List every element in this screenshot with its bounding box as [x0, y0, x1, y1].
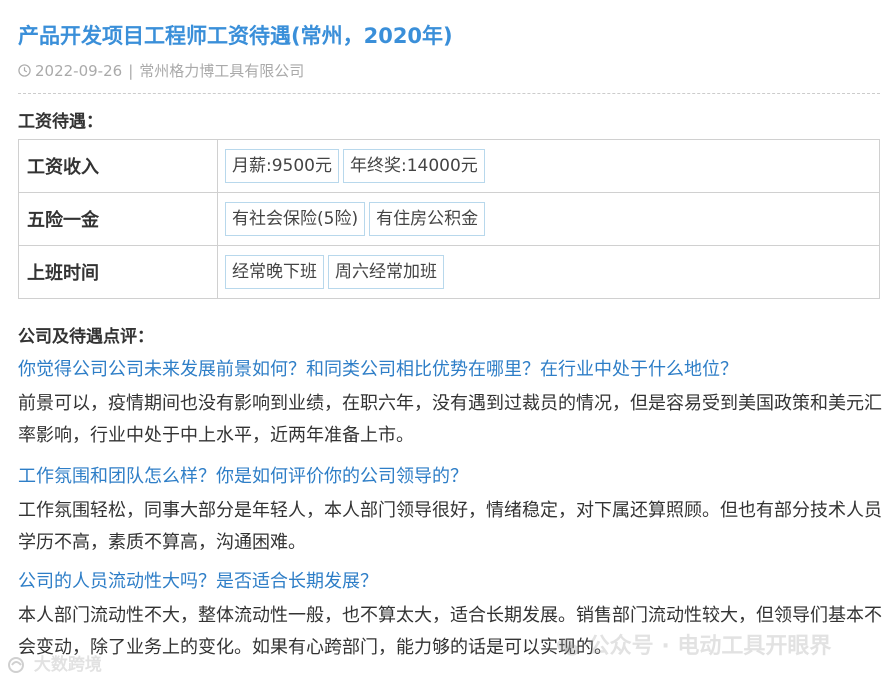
- watermark-right: 公众号 · 电动工具开眼界: [556, 628, 831, 660]
- answer: 前景可以，疫情期间也没有影响到业绩，在职六年，没有遇到过裁员的情况，但是容易受到…: [18, 393, 882, 446]
- salary-tag: 年终奖:14000元: [343, 149, 485, 183]
- meta-line: 2022-09-26 | 常州格力博工具有限公司: [18, 60, 304, 81]
- company-name[interactable]: 常州格力博工具有限公司: [139, 60, 304, 81]
- answer: 工作氛围轻松，同事大部分是年轻人，本人部门领导很好，情绪稳定，对下属还算照顾。但…: [18, 500, 882, 553]
- watermark-logo-icon: [8, 657, 24, 673]
- row-label: 上班时间: [18, 245, 218, 299]
- post-date: 2022-09-26: [35, 61, 123, 80]
- page-title: 产品开发项目工程师工资待遇(常州，2020年): [18, 24, 453, 48]
- table-row: 工资收入 月薪:9500元 年终奖:14000元: [18, 139, 880, 193]
- watermark-left: 大数跨境: [6, 650, 102, 675]
- qa-item: 你觉得公司公司未来发展前景如何？和同类公司相比优势在哪里？在行业中处于什么地位？…: [18, 356, 888, 452]
- salary-tag: 月薪:9500元: [225, 149, 339, 183]
- table-row: 上班时间 经常晚下班 周六经常加班: [18, 245, 880, 299]
- row-values: 经常晚下班 周六经常加班: [217, 245, 880, 299]
- wechat-icon: [557, 638, 579, 656]
- row-label: 五险一金: [18, 192, 218, 246]
- salary-heading: 工资待遇：: [18, 112, 103, 132]
- benefit-tag: 有住房公积金: [369, 202, 486, 236]
- watermark-right-text: 公众号 · 电动工具开眼界: [587, 634, 832, 659]
- question: 公司的人员流动性大吗？是否适合长期发展？: [18, 571, 378, 592]
- hours-tag: 经常晚下班: [225, 255, 324, 289]
- clock-icon: [18, 64, 31, 77]
- watermark-left-text: 大数跨境: [33, 655, 102, 675]
- hours-tag: 周六经常加班: [328, 255, 444, 289]
- qa-item: 工作氛围和团队怎么样？你是如何评价你的公司领导的？ 工作氛围轻松，同事大部分是年…: [18, 463, 888, 559]
- row-label: 工资收入: [18, 139, 218, 193]
- question: 工作氛围和团队怎么样？你是如何评价你的公司领导的？: [18, 466, 468, 487]
- table-row: 五险一金 有社会保险(5险) 有住房公积金: [18, 192, 880, 246]
- divider: [18, 93, 880, 94]
- meta-separator: |: [128, 61, 134, 80]
- row-values: 有社会保险(5险) 有住房公积金: [217, 192, 880, 246]
- benefit-tag: 有社会保险(5险): [225, 202, 366, 236]
- salary-table: 工资收入 月薪:9500元 年终奖:14000元 五险一金 有社会保险(5险) 有住…: [18, 139, 880, 299]
- row-values: 月薪:9500元 年终奖:14000元: [217, 139, 880, 193]
- question: 你觉得公司公司未来发展前景如何？和同类公司相比优势在哪里？在行业中处于什么地位？: [18, 359, 738, 380]
- review-heading: 公司及待遇点评：: [18, 327, 154, 347]
